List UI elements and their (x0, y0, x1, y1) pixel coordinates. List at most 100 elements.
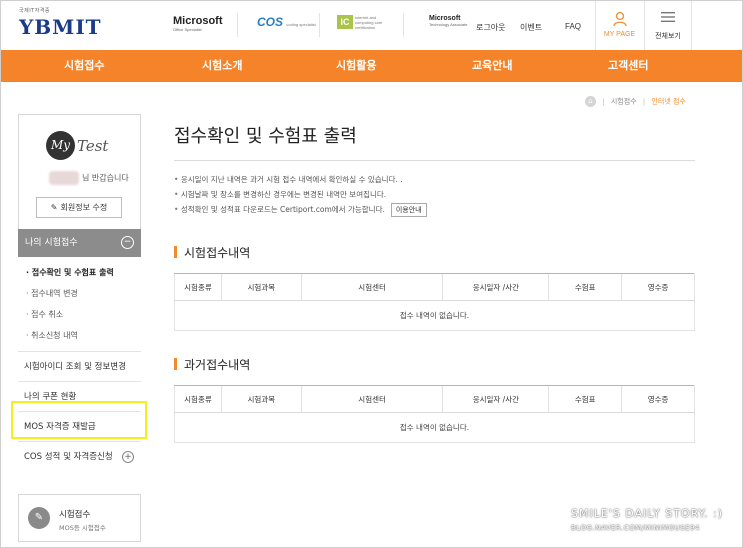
sub-item-label: 취소신청 내역 (31, 331, 78, 340)
column-header: 시험과목 (220, 385, 302, 413)
column-header: 시험센터 (300, 273, 443, 301)
mta-partner-logo[interactable]: Microsoft Technology Associate (429, 15, 467, 27)
divider (237, 13, 238, 37)
pencil-icon: ✎ (28, 507, 50, 529)
exam-apply-banner[interactable]: ✎ 시험접수 MOS등 시험접수 (18, 494, 141, 542)
my-logo-test: Test (77, 136, 109, 155)
main-nav: 시험접수 시험소개 시험활용 교육안내 고객센터 (1, 50, 742, 82)
mta-logo-sub: Technology Associate (429, 22, 468, 27)
notice-list: 응시일이 지난 내역은 과거 시험 접수 내역에서 확인하실 수 있습니다. .… (174, 172, 427, 217)
sub-item-label: 접수 취소 (31, 310, 64, 319)
column-header: 영수증 (621, 385, 695, 413)
table-row: 접수 내역이 없습니다. (174, 412, 695, 443)
column-header: 시험종류 (174, 273, 222, 301)
breadcrumb-current: 인터넷 접수 (651, 97, 686, 106)
faq-link[interactable]: FAQ (565, 22, 581, 31)
cos-partner-logo[interactable]: COS coding specialist (257, 15, 316, 29)
my-exam-registration-header[interactable]: 나의 시험접수 − (18, 229, 141, 257)
event-link[interactable]: 이벤트 (520, 22, 542, 33)
notice-item: 응시일이 지난 내역은 과거 시험 접수 내역에서 확인하실 수 있습니다. . (174, 172, 427, 187)
expand-icon[interactable]: + (122, 451, 134, 463)
divider (403, 13, 404, 37)
greeting-text: 님 반갑습니다 (82, 173, 129, 183)
sub-item-label: 접수확인 및 수험표 출력 (31, 268, 114, 277)
column-header: 시험과목 (220, 273, 302, 301)
current-registrations-table: 시험종류 시험과목 시험센터 응시일자 /사간 수험표 영수증 접수 내역이 없… (174, 273, 695, 331)
column-header: 수험표 (548, 385, 622, 413)
column-header: 시험센터 (300, 385, 443, 413)
mypage-label: MY PAGE (603, 31, 636, 38)
edit-profile-label: 회원정보 수정 (60, 203, 108, 212)
past-registrations-title: 과거접수내역 (174, 356, 250, 373)
sub-item-cancel[interactable]: · 접수 취소 (18, 304, 141, 325)
my-logo-circle: My (46, 131, 75, 160)
mypage-button[interactable]: MY PAGE (595, 1, 643, 50)
empty-message: 접수 내역이 없습니다. (174, 412, 695, 443)
sub-item-cancel-history[interactable]: · 취소신청 내역 (18, 325, 141, 346)
user-icon (596, 11, 643, 27)
mos-logo-text: Microsoft (173, 15, 223, 27)
all-menu-button[interactable]: 전체보기 (644, 1, 692, 50)
edit-profile-button[interactable]: ✎ 회원정보 수정 (36, 197, 122, 218)
ybmit-logo[interactable]: 국제IT자격증 YBMIT (19, 7, 102, 39)
sub-item-change[interactable]: · 접수내역 변경 (18, 283, 141, 304)
ic3-logo-mark: IC (337, 15, 353, 29)
column-header: 응시일자 /사간 (442, 273, 549, 301)
watermark-line1: SMILE'S DAILY STORY. :) (571, 507, 724, 520)
breadcrumb: ⌂ | 시험접수 | 인터넷 접수 (585, 96, 686, 107)
breadcrumb-level1[interactable]: 시험접수 (611, 98, 637, 106)
logo-text: YBMIT (19, 15, 102, 39)
breadcrumb-separator: | (642, 97, 646, 106)
ic3-partner-logo[interactable]: IC internet and computing core certifica… (337, 15, 385, 31)
past-registrations-table: 시험종류 시험과목 시험센터 응시일자 /사간 수험표 영수증 접수 내역이 없… (174, 385, 695, 443)
nav-item-education[interactable]: 교육안내 (472, 50, 512, 82)
notice-item: 시험날짜 및 장소를 변경하신 경우에는 변경된 내역만 보여집니다. (174, 187, 427, 202)
empty-message: 접수 내역이 없습니다. (174, 300, 695, 331)
top-header: 국제IT자격증 YBMIT Microsoft Office Specialis… (1, 1, 742, 50)
page-title: 접수확인 및 수험표 출력 (174, 126, 357, 147)
watermark-line2: BLOG.NAVER.COM/MINIMOUSE94 (571, 524, 700, 532)
usage-guide-button[interactable]: 이용안내 (390, 203, 427, 217)
table-row: 접수 내역이 없습니다. (174, 300, 695, 331)
current-registrations-title: 시험접수내역 (174, 244, 250, 261)
pencil-icon: ✎ (50, 203, 58, 212)
notice-item: 성적확인 및 성적표 다운로드는 Certiport.com에서 가능합니다. 이… (174, 202, 427, 217)
logout-link[interactable]: 로그아웃 (476, 22, 505, 33)
nav-item-exam-registration[interactable]: 시험접수 (64, 50, 104, 82)
divider (319, 13, 320, 37)
my-test-logo: My Test (46, 131, 108, 160)
apply-subtitle: MOS등 시험접수 (59, 524, 106, 532)
greeting: 님 반갑습니다 (49, 171, 129, 185)
highlight-box (11, 401, 147, 439)
column-header: 영수증 (621, 273, 695, 301)
title-divider (174, 160, 695, 161)
mta-logo-text: Microsoft (429, 15, 461, 22)
column-header: 수험표 (548, 273, 622, 301)
cos-logo-sub: coding specialist (286, 22, 316, 27)
column-header: 응시일자 /사간 (442, 385, 549, 413)
ic3-logo-sub: internet and computing core certificatio… (355, 15, 383, 30)
nav-item-exam-intro[interactable]: 시험소개 (202, 50, 242, 82)
blog-watermark: SMILE'S DAILY STORY. :) BLOG.NAVER.COM/M… (571, 507, 723, 532)
column-header: 시험종류 (174, 385, 222, 413)
breadcrumb-separator: | (602, 97, 605, 106)
sub-menu: · 접수확인 및 수험표 출력 · 접수내역 변경 · 접수 취소 · 취소신청… (18, 257, 141, 351)
sidebar-item-exam-id[interactable]: 시험아이디 조회 및 정보변경 (18, 351, 141, 381)
nav-item-exam-use[interactable]: 시험활용 (336, 50, 376, 82)
all-menu-label: 전체보기 (655, 33, 681, 40)
logo-tagline: 국제IT자격증 (19, 8, 51, 14)
home-icon[interactable]: ⌂ (585, 96, 596, 107)
cos-score-label: COS 성적 및 자격증신청 (24, 452, 113, 462)
blurred-username (49, 171, 79, 185)
sub-item-label: 접수내역 변경 (31, 289, 78, 298)
apply-title: 시험접수 (59, 510, 91, 520)
sub-item-confirm-print[interactable]: · 접수확인 및 수험표 출력 (18, 262, 141, 283)
cos-logo-text: COS (257, 15, 284, 29)
nav-item-customer-center[interactable]: 고객센터 (608, 50, 648, 82)
collapse-icon[interactable]: − (121, 236, 134, 249)
mos-logo-sub: Office Specialist (173, 27, 202, 32)
my-exam-registration-label: 나의 시험접수 (25, 238, 78, 248)
sidebar-item-cos-score[interactable]: COS 성적 및 자격증신청 + (18, 441, 141, 471)
my-profile-box: My Test 님 반갑습니다 ✎ 회원정보 수정 (18, 114, 141, 229)
mos-partner-logo[interactable]: Microsoft Office Specialist (173, 15, 223, 32)
